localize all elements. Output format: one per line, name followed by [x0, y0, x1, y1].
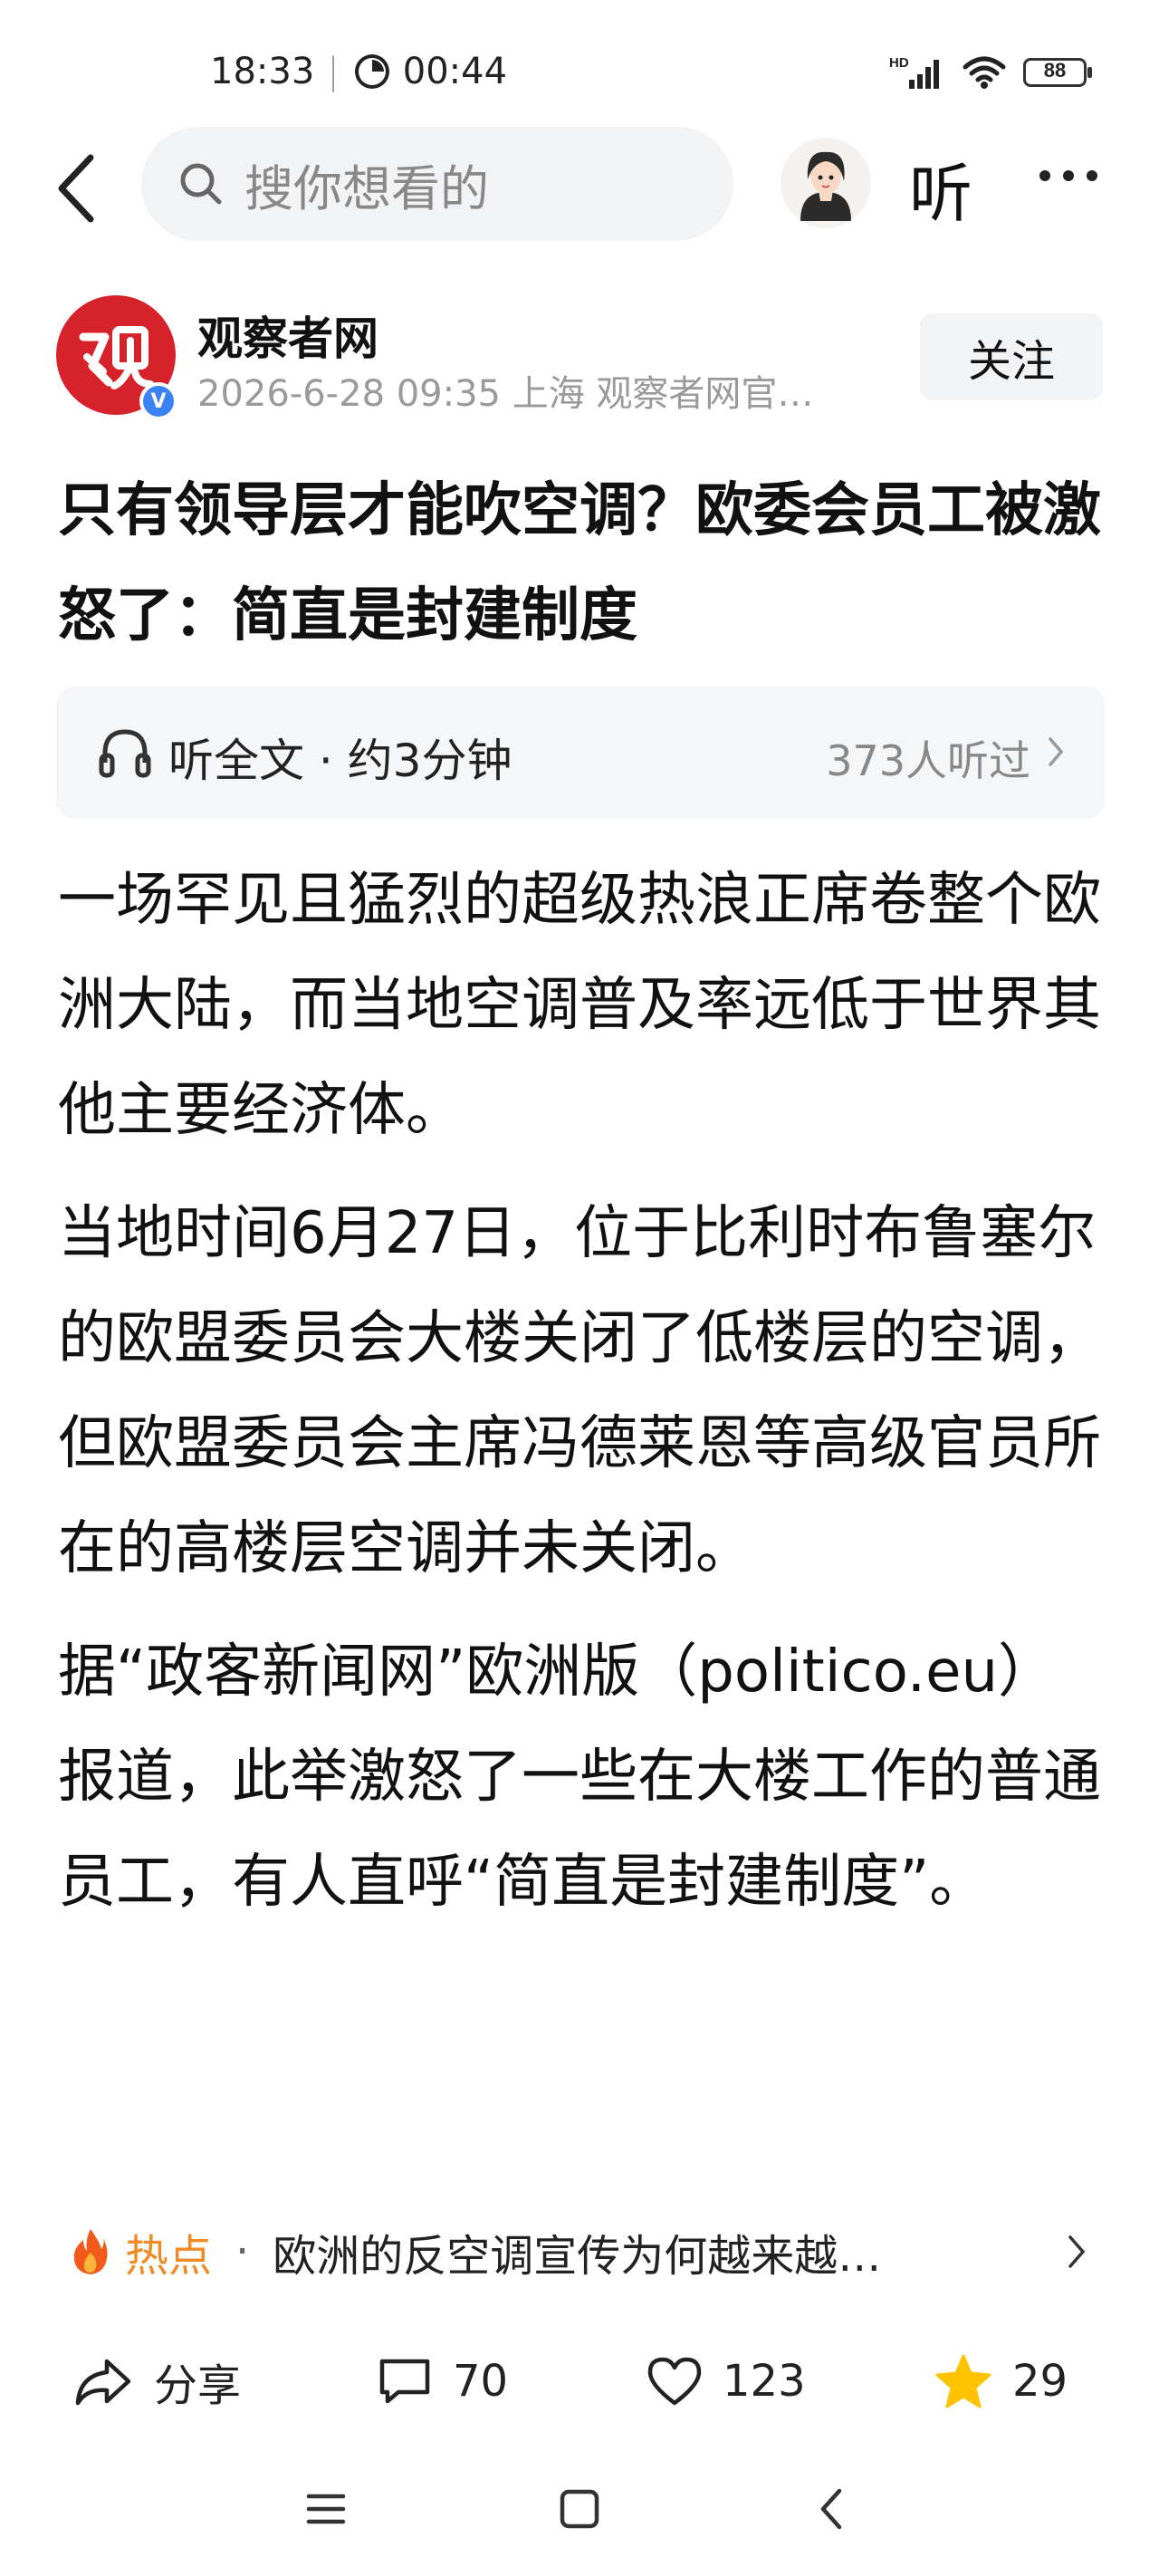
more-options-icon[interactable]	[1039, 170, 1097, 181]
top-nav: 搜你想看的 听	[0, 127, 1159, 245]
article-body: 一场罕见且猛烈的超级热浪正席卷整个欧洲大陆，而当地空调普及率远低于世界其他主要经…	[58, 848, 1108, 1953]
avatar-icon	[781, 138, 871, 228]
battery-icon: 88	[1023, 56, 1094, 89]
signal-icon: HD	[889, 55, 939, 89]
article-paragraph: 当地时间6月27日，位于比利时布鲁塞尔的欧盟委员会大楼关闭了低楼层的空调，但欧盟…	[58, 1200, 1101, 1582]
verified-badge: V	[139, 382, 177, 420]
wifi-icon	[963, 56, 1006, 89]
user-avatar[interactable]	[781, 138, 871, 228]
share-icon	[75, 2359, 131, 2406]
comment-count: 70	[453, 2356, 509, 2407]
hot-topic-link[interactable]: 热点 · 欧洲的反空调宣传为何越来越…	[72, 2206, 1087, 2297]
article-paragraph: 据“政客新闻网”欧洲版（politico.eu）报道，此举激怒了一些在大楼工作的…	[58, 1639, 1101, 1916]
home-nav-button[interactable]	[552, 2482, 607, 2536]
author-meta: 2026-6-28 09:35 上海 观察者网官…	[197, 373, 814, 415]
listen-count: 373人听过	[826, 736, 1030, 785]
menu-icon	[306, 2494, 346, 2524]
timer-icon	[354, 54, 389, 89]
search-input[interactable]: 搜你想看的	[141, 127, 733, 241]
battery-level: 88	[1043, 59, 1067, 82]
home-square-icon	[560, 2489, 599, 2529]
chevron-right-icon	[1049, 737, 1064, 766]
share-button[interactable]: 分享	[74, 2331, 241, 2431]
status-separator: |	[327, 51, 340, 92]
article-page: 18:33 | 00:44 HD 88 搜你想看的 听 V 观察者网 2026-…	[0, 0, 1159, 2576]
hot-separator: ·	[235, 2226, 250, 2277]
search-icon	[180, 163, 222, 205]
status-left: 18:33 | 00:44	[210, 51, 507, 92]
heart-icon	[647, 2357, 702, 2406]
hot-topic-text: 欧洲的反空调宣传为何越来越…	[273, 2231, 882, 2282]
search-placeholder: 搜你想看的	[244, 159, 489, 217]
listen-label: 听全文 · 约3分钟	[168, 735, 512, 787]
follow-button[interactable]: 关注	[920, 313, 1103, 400]
action-bar: 分享 70 123 29	[0, 2331, 1159, 2431]
status-bar: 18:33 | 00:44 HD 88	[0, 0, 1159, 136]
fire-icon	[73, 2229, 108, 2274]
article-title: 只有领导层才能吹空调？欧委会员工被激怒了：简直是封建制度	[58, 477, 1101, 649]
star-icon	[935, 2354, 991, 2408]
article-paragraph: 一场罕见且猛烈的超级热浪正席卷整个欧洲大陆，而当地空调普及率远低于世界其他主要经…	[58, 867, 1101, 1144]
back-arrow-icon	[58, 154, 94, 223]
favorite-button[interactable]: 29	[934, 2331, 1068, 2431]
back-nav-button[interactable]	[804, 2482, 858, 2536]
author-name[interactable]: 观察者网	[197, 303, 378, 368]
like-count: 123	[723, 2356, 806, 2407]
status-time: 18:33	[210, 51, 315, 92]
back-triangle-icon	[820, 2488, 842, 2530]
network-type-label: HD	[889, 55, 909, 71]
like-button[interactable]: 123	[647, 2331, 806, 2431]
chevron-right-icon	[1068, 2235, 1086, 2268]
back-button[interactable]	[45, 152, 109, 225]
system-nav-bar	[0, 2465, 1159, 2556]
comment-button[interactable]: 70	[377, 2331, 508, 2431]
share-label: 分享	[154, 2360, 242, 2411]
headphones-icon	[99, 729, 151, 778]
status-right: HD 88	[889, 54, 1094, 91]
comment-icon	[379, 2359, 430, 2404]
listen-button[interactable]: 听	[909, 143, 972, 235]
hot-label: 热点	[125, 2231, 213, 2282]
status-timer: 00:44	[402, 51, 508, 92]
menu-nav-button[interactable]	[299, 2482, 353, 2536]
favorite-count: 29	[1012, 2356, 1068, 2407]
author-row: V 观察者网 2026-6-28 09:35 上海 观察者网官… 关注	[0, 295, 1159, 422]
listen-full-text-bar[interactable]: 听全文 · 约3分钟 373人听过	[56, 687, 1105, 819]
